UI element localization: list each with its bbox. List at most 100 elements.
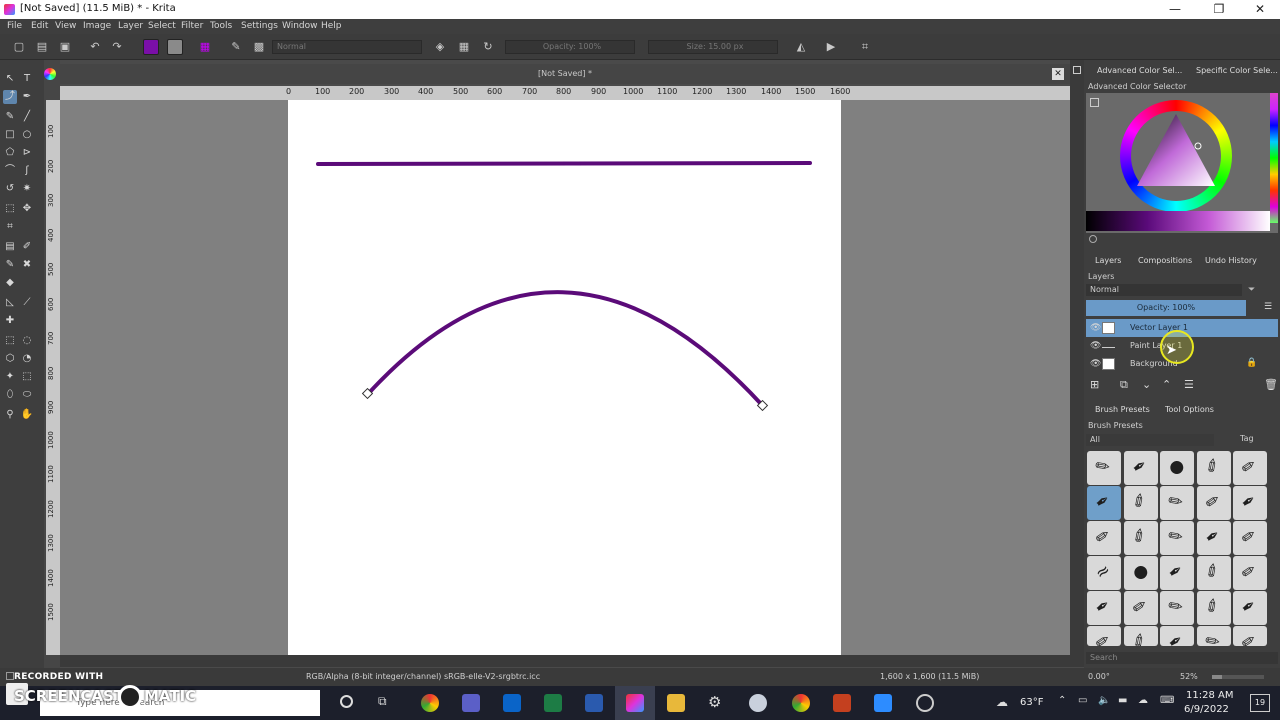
close-document-icon[interactable]: ✕ <box>1052 68 1064 80</box>
filter-icon[interactable]: ⏷ <box>1248 284 1260 296</box>
tab-advanced-color[interactable]: Advanced Color Sel... <box>1097 66 1182 75</box>
brush-preset-tile[interactable]: ✒ <box>1087 591 1121 625</box>
shade-selector[interactable] <box>1086 211 1270 231</box>
eye-icon[interactable]: 👁 <box>1090 323 1101 333</box>
minimize-button[interactable]: — <box>1160 0 1190 19</box>
reference-tool-icon[interactable]: ✚ <box>3 314 17 328</box>
brush-preset-tile[interactable]: ✐ <box>1123 626 1158 646</box>
open-document-icon[interactable]: ▤ <box>33 38 51 56</box>
close-button[interactable]: ✕ <box>1245 0 1275 19</box>
volume-icon[interactable]: 🔈 <box>1098 695 1110 706</box>
mirror-vertical-icon[interactable]: ▶ <box>822 38 840 56</box>
menu-settings[interactable]: Settings <box>241 21 278 31</box>
brush-preset-icon[interactable]: ✎ <box>227 38 245 56</box>
brush-preset-tile[interactable]: ✒ <box>1123 451 1158 485</box>
brush-preset-tile[interactable]: ● <box>1160 451 1194 485</box>
brush-preset-tile[interactable]: ✏ <box>1087 521 1121 555</box>
brush-preset-tile[interactable]: ✒ <box>1160 556 1194 590</box>
brush-preset-tile[interactable]: ✏ <box>1233 556 1267 590</box>
move-tool-icon[interactable]: ✥ <box>20 202 34 216</box>
straight-line-shape[interactable] <box>316 161 812 166</box>
line-tool-icon[interactable]: ╱ <box>20 110 34 124</box>
pan-tool-icon[interactable]: ✋ <box>20 408 34 422</box>
dynamic-brush-icon[interactable]: ↺ <box>3 182 17 196</box>
chrome-taskbar-icon[interactable] <box>421 694 439 712</box>
tab-brush-presets[interactable]: Brush Presets <box>1095 405 1150 414</box>
brush-preset-tile[interactable]: ✐ <box>1196 556 1231 590</box>
mirror-horizontal-icon[interactable]: ◭ <box>792 38 810 56</box>
horizontal-scrollbar[interactable] <box>60 655 1070 667</box>
file-explorer-taskbar-icon[interactable] <box>667 694 685 712</box>
move-layer-up-icon[interactable]: ⌃ <box>1162 378 1171 391</box>
menu-layer[interactable]: Layer <box>118 21 143 31</box>
color-picker-handle[interactable] <box>1194 142 1202 150</box>
tray-chevron-icon[interactable]: ⌃ <box>1058 695 1066 706</box>
onedrive-icon[interactable]: ☁ <box>1138 695 1148 706</box>
rotation-label[interactable]: 0.00° <box>1088 672 1110 681</box>
brush-preset-tile[interactable]: ✒ <box>1233 486 1267 520</box>
smart-patch-icon[interactable]: ✎ <box>3 258 17 272</box>
rectangle-tool-icon[interactable]: □ <box>3 128 17 142</box>
menu-image[interactable]: Image <box>83 21 111 31</box>
ellipse-tool-icon[interactable]: ○ <box>20 128 34 142</box>
background-color-swatch[interactable] <box>167 39 183 55</box>
curved-path-shape[interactable] <box>366 290 764 407</box>
multibrush-icon[interactable]: ✷ <box>20 182 34 196</box>
task-view-icon[interactable]: ⧉ <box>378 694 387 709</box>
brush-preset-tile[interactable]: ✐ <box>1123 521 1158 555</box>
excel-taskbar-icon[interactable] <box>544 694 562 712</box>
menu-edit[interactable]: Edit <box>31 21 48 31</box>
gradient-icon[interactable]: ▦ <box>196 38 214 56</box>
bezier-select-icon[interactable]: ⬯ <box>3 388 17 402</box>
brush-preset-tile[interactable]: ≈ <box>1087 556 1121 590</box>
document-canvas[interactable] <box>288 100 841 655</box>
canvas-close-icon[interactable] <box>1073 66 1081 74</box>
new-document-icon[interactable]: ▢ <box>10 38 28 56</box>
brush-preset-tile[interactable]: ✏ <box>1233 451 1267 485</box>
similar-select-icon[interactable]: ⬚ <box>20 370 34 384</box>
bezier-tool-icon[interactable]: ⌒ <box>3 164 17 178</box>
layer-properties-icon[interactable]: ☰ <box>1264 301 1276 313</box>
reload-preset-icon[interactable]: ↻ <box>479 38 497 56</box>
brush-preset-tile[interactable]: ✏ <box>1233 521 1267 555</box>
eye-icon[interactable]: 👁 <box>1090 341 1101 351</box>
freehand-select-icon[interactable]: ◔ <box>20 352 34 366</box>
menu-tools[interactable]: Tools <box>210 21 232 31</box>
edit-shapes-icon[interactable]: ⤴ <box>3 90 17 104</box>
cortana-icon[interactable] <box>340 695 353 708</box>
brush-preset-tile[interactable]: ✒ <box>1160 626 1194 646</box>
zoom-app-taskbar-icon[interactable] <box>874 694 892 712</box>
brush-tag-button[interactable]: Tag <box>1240 434 1254 443</box>
move-layer-down-icon[interactable]: ⌄ <box>1142 378 1151 391</box>
color-history-strip[interactable] <box>1270 93 1278 223</box>
eraser-mode-icon[interactable]: ◈ <box>431 38 449 56</box>
paint-taskbar-icon[interactable] <box>749 694 767 712</box>
brush-preset-tile[interactable]: ● <box>1123 556 1158 590</box>
maximize-button[interactable]: ❐ <box>1204 0 1234 19</box>
color-wheel-icon[interactable] <box>44 68 56 80</box>
redo-icon[interactable]: ↷ <box>108 38 126 56</box>
brush-preset-tile[interactable]: ✐ <box>1196 451 1231 485</box>
layer-opacity-slider[interactable]: Opacity: 100% <box>1086 300 1246 316</box>
opacity-slider[interactable]: Opacity: 100% <box>505 40 635 54</box>
calligraphy-icon[interactable]: ✒ <box>20 90 34 104</box>
brush-preset-tile[interactable]: ✒ <box>1087 486 1121 520</box>
weather-temp[interactable]: 63°F <box>1020 697 1043 708</box>
menu-filter[interactable]: Filter <box>181 21 203 31</box>
clock-date[interactable]: 6/9/2022 <box>1184 704 1229 715</box>
powerpoint-taskbar-icon[interactable] <box>833 694 851 712</box>
brush-preset-tile[interactable]: ✎ <box>1160 591 1194 625</box>
notification-center-icon[interactable]: 19 <box>1250 694 1270 712</box>
document-tab[interactable]: [Not Saved] * ✕ <box>60 64 1070 84</box>
brush-preset-tile[interactable]: ✐ <box>1196 591 1231 625</box>
network-icon[interactable]: ▭ <box>1078 695 1087 706</box>
text-tool-icon[interactable]: T <box>20 72 34 86</box>
save-document-icon[interactable]: ▣ <box>56 38 74 56</box>
krita-taskbar-item[interactable] <box>615 686 655 720</box>
magnetic-select-icon[interactable]: ⬭ <box>20 388 34 402</box>
brush-preset-tile[interactable]: ✏ <box>1233 626 1267 646</box>
tab-tool-options[interactable]: Tool Options <box>1165 405 1214 414</box>
menu-file[interactable]: File <box>7 21 22 31</box>
tab-layers[interactable]: Layers <box>1095 256 1121 265</box>
crop-tool-icon[interactable]: ⌗ <box>3 220 17 234</box>
